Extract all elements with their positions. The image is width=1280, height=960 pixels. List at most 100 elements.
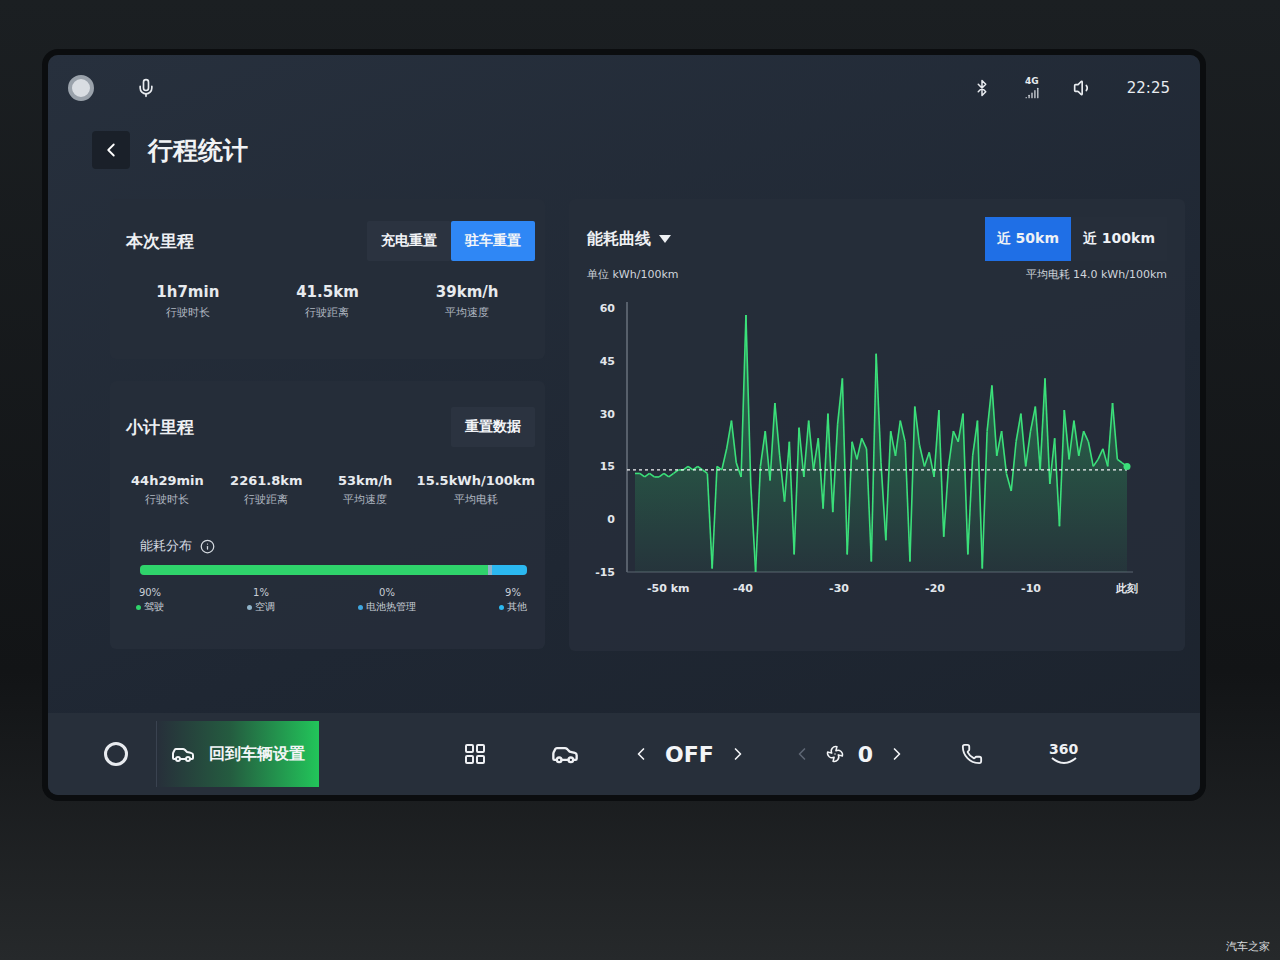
x-tick: 此刻 [1115, 582, 1138, 595]
decrease-arrow-icon[interactable] [631, 744, 651, 764]
subtotal-card: 小计里程重置数据44h29min行驶时长2261.8km行驶距离53km/h平均… [110, 381, 545, 649]
stat-label: 行驶距离 [305, 305, 349, 320]
back-button[interactable] [92, 131, 130, 169]
stat-label: 平均速度 [445, 305, 489, 320]
chart-segment [1021, 414, 1026, 467]
chart-segment [891, 431, 896, 456]
chart-segment [905, 442, 910, 562]
chart-segment [1084, 431, 1089, 442]
chart-segment [920, 445, 925, 466]
trip-content: 本次里程充电重置驻车重置1h7min行驶时长41.5km行驶距离39km/h平均… [48, 181, 1200, 651]
range-tabs: 近 50km近 100km [985, 217, 1167, 261]
legend-dot [247, 605, 252, 610]
clock: 22:25 [1127, 79, 1170, 97]
page-header: 行程统计 [48, 109, 1200, 181]
chart-segment [857, 438, 862, 459]
vehicle-settings-button[interactable]: 回到车辆设置 [156, 721, 319, 787]
chart-segment [823, 414, 828, 509]
trip-stat: 39km/h平均速度 [399, 283, 535, 320]
status-bar: 4G22:25 [48, 55, 1200, 109]
app-grid-icon [463, 742, 487, 766]
chart-segment [1045, 378, 1050, 484]
bluetooth-icon [973, 79, 991, 97]
chart-unit: 单位 kWh/100km [587, 267, 679, 282]
apps-button[interactable] [459, 738, 491, 770]
chart-segment [992, 385, 997, 455]
info-icon[interactable] [200, 539, 215, 554]
average-line [627, 469, 1127, 470]
chart-segment [669, 473, 674, 477]
legend-dot [358, 605, 363, 610]
vehicle-icon [551, 740, 579, 768]
stat-value: 15.5kWh/100km [417, 473, 535, 488]
chart-segment [963, 414, 968, 555]
chart-segment [1113, 403, 1118, 459]
vehicle-button[interactable] [547, 736, 583, 772]
legend-item: 9%其他 [499, 587, 527, 614]
chart-segment [852, 442, 857, 460]
subtotal-stat: 44h29min行驶时长 [120, 473, 215, 507]
legend-percent: 90% [139, 587, 161, 598]
energy-chart: 604530150-15-50 km-40-30-20-10此刻 [587, 290, 1167, 620]
chart-segment [828, 414, 833, 513]
y-tick: 60 [600, 302, 616, 315]
camera-360-button[interactable]: 360 [1043, 741, 1084, 767]
chart-segment [635, 473, 640, 475]
range-tab[interactable]: 近 100km [1071, 217, 1167, 261]
y-tick: 0 [607, 513, 615, 526]
legend-percent: 9% [505, 587, 521, 598]
chart-segment [871, 354, 876, 562]
increase-arrow-icon[interactable] [887, 744, 907, 764]
chart-segment [770, 403, 775, 480]
chart-segment [804, 421, 809, 477]
chart-segment [818, 438, 823, 508]
decrease-arrow-icon[interactable] [792, 744, 812, 764]
microphone-icon[interactable] [136, 78, 156, 98]
distribution-title: 能耗分布 [140, 537, 192, 555]
subtotal-title: 小计里程 [126, 416, 194, 439]
chart-subheader: 单位 kWh/100km平均电耗 14.0 kWh/100km [587, 267, 1167, 282]
reset-mode-button[interactable]: 充电重置 [367, 221, 451, 261]
stat-label: 行驶时长 [166, 305, 210, 320]
reset-buttons: 充电重置驻车重置 [367, 221, 535, 261]
trip-title: 本次里程 [126, 230, 194, 253]
left-column: 本次里程充电重置驻车重置1h7min行驶时长41.5km行驶距离39km/h平均… [110, 199, 545, 651]
chart-segment [862, 438, 867, 449]
chart-segment [809, 421, 814, 470]
chart-segment [929, 452, 934, 477]
chart-segment [780, 456, 785, 502]
chart-segment [640, 473, 645, 477]
chart-segment [645, 473, 650, 477]
x-tick: -50 km [647, 582, 689, 595]
assistant-icon[interactable] [68, 75, 94, 101]
distribution-legend: 90%驾驶1%空调0%电池热管理9%其他 [136, 587, 527, 614]
chart-segment [895, 421, 900, 456]
range-tab[interactable]: 近 50km [985, 217, 1071, 261]
home-ring-icon[interactable] [104, 742, 128, 766]
y-tick: 15 [600, 460, 615, 473]
legend-item: 0%电池热管理 [358, 587, 416, 614]
legend-percent: 1% [253, 587, 269, 598]
camera-360-label: 360 [1049, 742, 1078, 756]
reset-mode-button[interactable]: 驻车重置 [451, 221, 535, 261]
chart-segment [741, 315, 746, 477]
subtotal-stat: 2261.8km行驶距离 [219, 473, 314, 507]
chart-segment [1026, 431, 1031, 466]
legend-label: 空调 [247, 600, 275, 614]
trip-card: 本次里程充电重置驻车重置1h7min行驶时长41.5km行驶距离39km/h平均… [110, 199, 545, 359]
chart-area [635, 315, 1127, 572]
chart-selector[interactable]: 能耗曲线 [587, 229, 671, 250]
chart-segment [838, 378, 843, 424]
chart-segment [968, 456, 973, 555]
phone-button[interactable] [957, 739, 987, 769]
chart-segment [833, 424, 838, 512]
y-tick: 30 [600, 408, 616, 421]
chart-segment [915, 407, 920, 446]
y-tick: 45 [600, 355, 615, 368]
distribution-segment [140, 565, 488, 575]
chart-segment [973, 421, 978, 456]
volume-icon[interactable] [1073, 78, 1093, 98]
bottom-dock: 回到车辆设置OFF0360 [48, 713, 1200, 795]
increase-arrow-icon[interactable] [728, 744, 748, 764]
reset-data-button[interactable]: 重置数据 [451, 407, 535, 447]
